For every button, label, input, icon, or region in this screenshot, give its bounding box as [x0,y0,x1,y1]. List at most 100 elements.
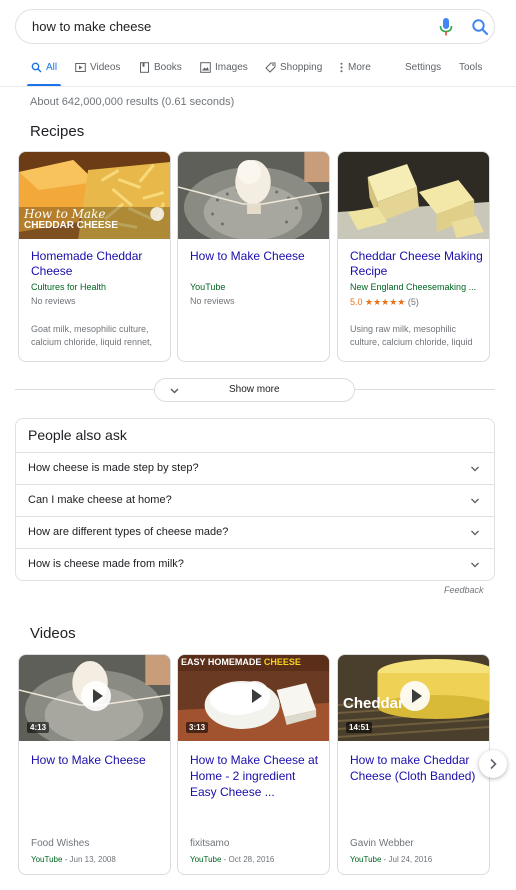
search-box[interactable]: how to make cheese [15,9,495,44]
paa-question[interactable]: How are different types of cheese made? [16,516,494,548]
paa-question[interactable]: How is cheese made from milk? [16,548,494,580]
video-source: YouTube - Jun 13, 2008 [31,855,116,864]
results-count: About 642,000,000 results (0.61 seconds) [30,96,235,108]
recipe-rating: 5.0 ★★★★★ (5) [350,297,419,308]
tab-all[interactable]: All [26,56,62,87]
chevron-down-icon [471,498,479,504]
play-icon[interactable] [81,681,111,711]
tabs-divider [0,86,516,87]
tab-tools[interactable]: Tools [459,56,482,86]
tab-label: All [46,62,58,73]
recipe-ingredients: Goat milk, mesophilic culture, calcium c… [31,324,153,347]
video-card[interactable]: Cheddar 14:51 How to make Cheddar Cheese… [337,654,490,875]
video-author: fixitsamo [190,838,230,849]
recipe-source: New England Cheesemaking ... [350,282,477,292]
tab-label: Images [215,62,248,73]
play-icon[interactable] [240,681,270,711]
recipe-image [338,152,489,239]
video-site: YouTube [350,855,382,864]
search-icon[interactable] [471,18,489,36]
tab-label: Settings [405,62,442,73]
book-icon [140,62,149,73]
recipe-title[interactable]: Cheddar Cheese Making Recipe [350,249,484,279]
next-videos-button[interactable] [479,750,507,778]
show-more-button[interactable]: Show more [154,378,355,402]
video-duration: 3:13 [186,722,209,733]
recipe-card[interactable]: How to Make Cheese YouTube No reviews [177,151,330,362]
video-source: YouTube - Jul 24, 2016 [350,855,432,864]
recipe-card[interactable]: Cheddar Cheese Making Recipe New England… [337,151,490,362]
tab-more[interactable]: More [339,56,371,86]
chevron-right-icon [490,758,497,770]
video-author: Food Wishes [31,838,90,849]
video-site: YouTube [31,855,63,864]
paa-heading: People also ask [28,427,127,443]
tab-label: Videos [90,62,121,73]
chevron-down-icon [471,466,479,472]
video-card[interactable]: EASY HOMEMADE CHEESE 3:13 How to Make Ch… [177,654,330,875]
tab-label: Books [154,62,182,73]
video-site: YouTube [190,855,222,864]
paa-question[interactable]: Can I make cheese at home? [16,484,494,516]
search-icon [31,62,42,73]
image-caption: How to Make [24,207,106,221]
paa-question-text: How is cheese made from milk? [28,558,184,570]
thumbnail-overlay: Cheddar [343,695,404,712]
recipe-ingredients: Using raw milk, mesophilic culture, calc… [350,324,473,347]
rating-stars: ★★★★★ [365,297,406,307]
video-duration: 14:51 [346,722,373,733]
paa-question-text: How cheese is made step by step? [28,462,199,474]
recipes-heading: Recipes [30,123,85,140]
microphone-icon[interactable] [439,18,453,36]
tab-shopping[interactable]: Shopping [265,56,322,86]
video-date: - Jul 24, 2016 [381,855,433,864]
video-icon [75,63,86,72]
banner-text: EASY HOMEMADE [181,657,264,667]
image-caption: CHEDDAR CHEESE [24,220,118,231]
tab-label: More [348,62,371,73]
recipe-source: Cultures for Health [31,282,107,292]
show-more-label: Show more [229,384,280,395]
chevron-down-icon [471,530,479,536]
video-author: Gavin Webber [350,838,414,849]
image-icon [200,62,211,73]
recipe-title[interactable]: Homemade Cheddar Cheese [31,249,165,279]
play-icon[interactable] [400,681,430,711]
video-title[interactable]: How to Make Cheese at Home - 2 ingredien… [190,752,324,800]
divider [15,389,154,390]
tag-icon [265,62,276,73]
tab-label: Shopping [280,62,323,73]
divider [355,389,495,390]
more-vert-icon [340,62,343,73]
recipe-reviews: No reviews [31,296,76,306]
recipe-image [178,152,329,239]
search-input[interactable]: how to make cheese [32,19,151,34]
tab-label: Tools [459,62,483,73]
paa-question[interactable]: How cheese is made step by step? [16,452,494,484]
video-date: - Oct 28, 2016 [221,855,275,864]
paa-question-text: Can I make cheese at home? [28,494,172,506]
tab-images[interactable]: Images [200,56,248,86]
recipe-title[interactable]: How to Make Cheese [190,249,324,264]
recipe-reviews: No reviews [190,296,235,306]
chevron-down-icon [170,388,179,394]
chevron-down-icon [471,562,479,568]
people-also-ask: People also ask How cheese is made step … [15,418,495,581]
video-duration: 4:13 [27,722,50,733]
recipe-card[interactable]: How to Make CHEDDAR CHEESE Homemade Ched… [18,151,171,362]
search-tabs: All Videos Books Images Shopping More Se… [0,56,516,87]
video-title[interactable]: How to Make Cheese [31,752,165,768]
paa-question-text: How are different types of cheese made? [28,526,229,538]
tab-books[interactable]: Books [139,56,182,86]
thumbnail-banner: EASY HOMEMADE CHEESE [181,657,301,667]
rating-count: (5) [407,297,419,307]
banner-highlight: CHEESE [263,657,301,667]
tab-videos[interactable]: Videos [75,56,120,86]
video-card[interactable]: 4:13 How to Make Cheese Food Wishes YouT… [18,654,171,875]
video-date: - Jun 13, 2008 [62,855,116,864]
feedback-link[interactable]: Feedback [444,585,484,595]
rating-value: 5.0 [350,297,363,307]
videos-heading: Videos [30,625,76,642]
tab-settings[interactable]: Settings [405,56,441,86]
video-title[interactable]: How to make Cheddar Cheese (Cloth Banded… [350,752,484,784]
